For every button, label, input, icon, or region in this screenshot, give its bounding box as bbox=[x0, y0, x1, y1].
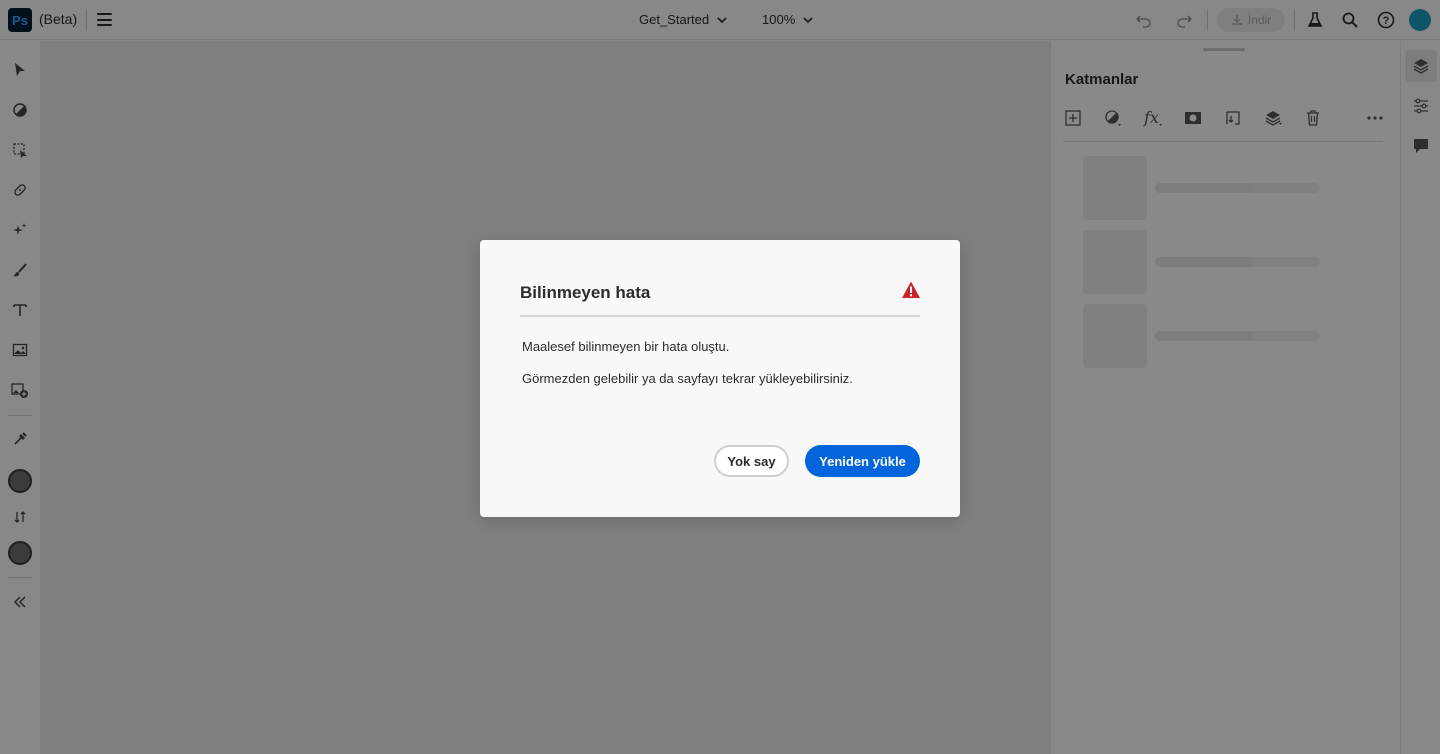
error-dialog: Bilinmeyen hata Maalesef bilinmeyen bir … bbox=[480, 240, 960, 517]
dialog-message: Maalesef bilinmeyen bir hata oluştu. bbox=[522, 339, 730, 354]
dialog-title: Bilinmeyen hata bbox=[520, 283, 651, 302]
ignore-button[interactable]: Yok say bbox=[714, 445, 789, 477]
dialog-message: Görmezden gelebilir ya da sayfayı tekrar… bbox=[522, 371, 853, 386]
alert-icon bbox=[902, 281, 920, 298]
reload-button[interactable]: Yeniden yükle bbox=[805, 445, 920, 477]
dialog-divider bbox=[520, 315, 920, 317]
